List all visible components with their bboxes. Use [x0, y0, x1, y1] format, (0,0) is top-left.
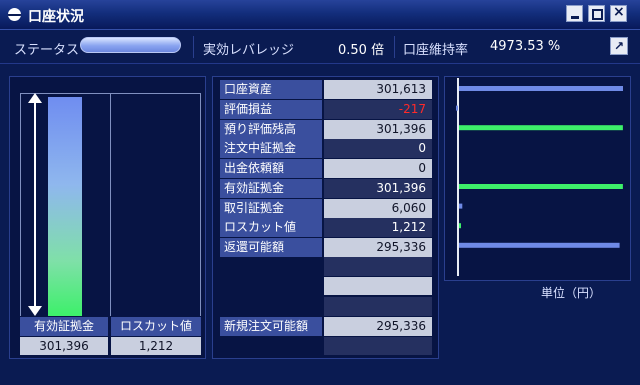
unit-label: 単位（円）	[541, 286, 602, 300]
leverage-label: 実効レバレッジ	[203, 43, 295, 58]
arrow-up-icon	[28, 93, 42, 103]
app-icon	[8, 8, 21, 21]
maximize-button[interactable]	[588, 5, 605, 22]
row-value: 1,212	[324, 218, 432, 238]
row-value: -217	[324, 99, 432, 119]
maintenance-label: 口座維持率	[403, 43, 469, 58]
range-arrow-icon	[34, 96, 36, 312]
row-label: 評価損益	[220, 99, 322, 119]
row-label: ロスカット値	[220, 218, 322, 238]
title-bar: 口座状況 ×	[0, 0, 640, 30]
maximize-icon	[592, 9, 603, 20]
leverage-value: 0.50 倍	[338, 43, 385, 58]
row-value: 0	[324, 159, 432, 178]
gauge-header-effective-margin: 有効証拠金	[20, 317, 108, 336]
expand-button[interactable]: ↗	[610, 37, 628, 55]
row-value: 295,336	[324, 238, 432, 257]
row-label: 注文中証拠金	[220, 139, 322, 159]
row-value: 301,396	[324, 119, 432, 139]
divider	[394, 36, 395, 58]
row-label: 取引証拠金	[220, 198, 322, 218]
new-order-label: 新規注文可能額	[220, 317, 322, 336]
chart-bar	[459, 125, 623, 131]
table-filler	[324, 257, 432, 276]
table-filler	[324, 297, 432, 316]
chart-bar	[459, 223, 461, 229]
bar-chart	[456, 78, 623, 276]
expand-arrow-icon: ↗	[613, 39, 625, 53]
row-label: 返還可能額	[220, 238, 322, 257]
new-order-value: 295,336	[324, 317, 432, 336]
status-bar: ステータス 実効レバレッジ 0.50 倍 口座維持率 4973.53 % ↗	[0, 30, 640, 64]
divider	[193, 36, 194, 58]
minimize-button[interactable]	[566, 5, 583, 22]
gauge-divider	[110, 93, 111, 316]
row-label: 有効証拠金	[220, 178, 322, 198]
chart-bar	[456, 105, 458, 111]
chart-bar	[459, 203, 463, 209]
row-value: 301,396	[324, 178, 432, 198]
chart-bar	[459, 242, 620, 248]
close-icon: ×	[613, 4, 625, 20]
margin-gauge-bar	[48, 97, 82, 316]
arrow-down-icon	[28, 306, 42, 316]
chart-bar	[459, 86, 623, 91]
maintenance-value: 4973.53 %	[490, 39, 561, 54]
gauge-value-effective-margin: 301,396	[20, 337, 108, 355]
row-label: 出金依頼額	[220, 159, 322, 178]
row-value: 301,613	[324, 80, 432, 99]
close-button[interactable]: ×	[610, 4, 627, 22]
row-value: 6,060	[324, 198, 432, 218]
status-indicator	[80, 37, 181, 53]
status-label: ステータス	[14, 43, 80, 58]
row-value: 0	[324, 139, 432, 159]
window-title: 口座状況	[28, 9, 84, 25]
minimize-icon	[571, 16, 579, 19]
row-label: 預り評価残高	[220, 119, 322, 139]
chart-bar	[459, 184, 623, 189]
row-label: 口座資産	[220, 80, 322, 99]
gauge-header-losscut: ロスカット値	[111, 317, 201, 336]
table-filler	[324, 277, 432, 295]
gauge-value-losscut: 1,212	[111, 337, 201, 355]
table-filler	[324, 337, 432, 355]
